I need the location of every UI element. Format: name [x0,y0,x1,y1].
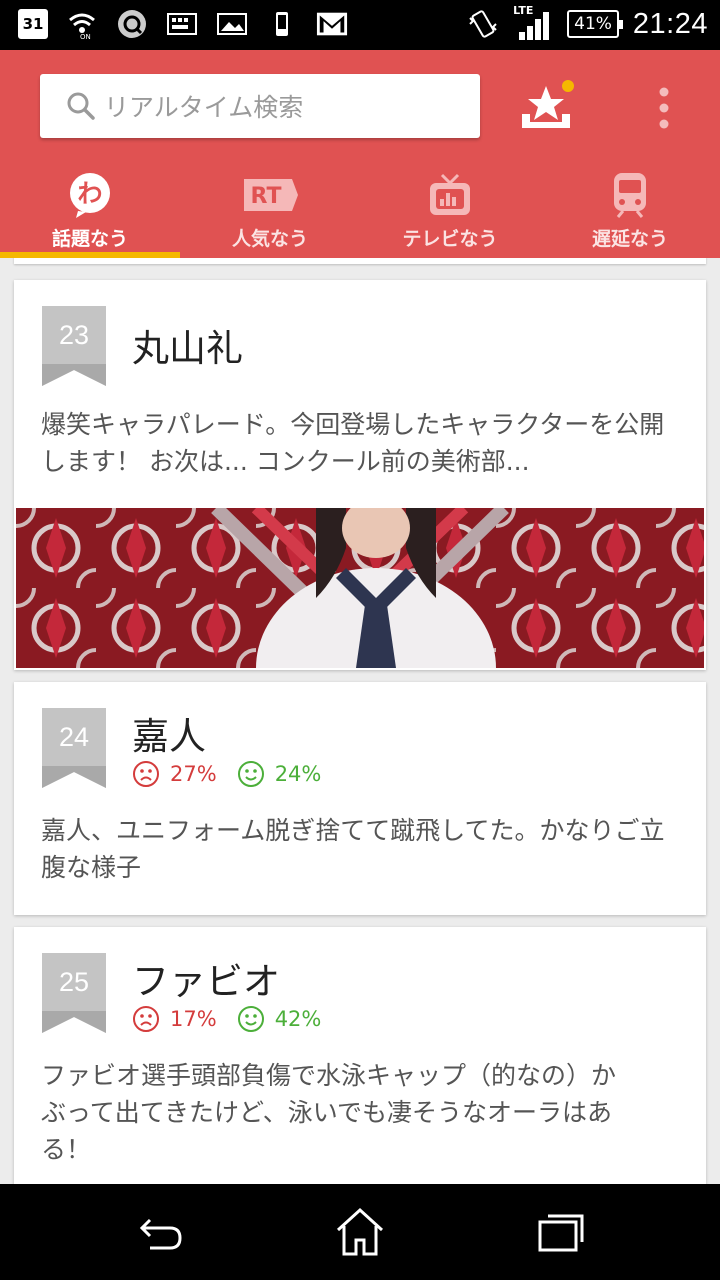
positive-percent: 24% [274,762,322,786]
photo-icon [216,8,248,40]
topic-description: ファビオ選手頭部負傷で水泳キャップ（的なの）かぶって出てきたけど、泳いでも凄そう… [41,1061,617,1164]
sentiment-row: 27% 24% [132,760,321,788]
search-icon [67,92,95,120]
gmail-icon [316,8,348,40]
sentiment-row: 17% 42% [132,1005,321,1033]
tab-ninki[interactable]: RT 人気なう [180,168,360,258]
q-app-icon [116,8,148,40]
calendar-icon: 31 [18,9,48,39]
topic-title: ファビオ [132,960,280,1003]
tab-terebi[interactable]: テレビなう [360,168,540,258]
topic-title: 嘉人 [132,715,206,758]
topic-image[interactable] [16,508,704,668]
more-vert-icon [659,87,669,129]
back-icon [139,1218,182,1250]
tab-label: 人気なう [231,228,308,250]
tab-label: 話題なう [51,228,128,250]
topic-title: 丸山礼 [132,327,243,370]
signal-icon: LTE [513,4,553,42]
previous-card[interactable] [14,258,706,264]
home-icon [336,1207,384,1256]
keyboard-icon [166,8,198,40]
negative-percent: 27% [170,762,217,786]
back-button[interactable] [134,1206,186,1258]
wa-icon: わ [70,173,110,218]
favorites-button[interactable] [516,80,580,136]
smile-face-icon [237,1006,264,1032]
svg-text:RT: RT [251,184,282,209]
topic-description: 爆笑キャラパレード。今回登場したキャラクターを公開します！ お次は... コンク… [41,410,665,476]
rank-number: 24 [58,722,90,752]
topic-description: 嘉人、ユニフォーム脱ぎ捨てて蹴飛してた。かなりご立腹な様子 [41,816,665,882]
tab-bar: わ 話題なう RT 人気なう テレビなう 遅延なう [0,168,720,258]
rt-icon: RT [244,179,298,211]
svg-text:ON: ON [80,33,91,40]
system-nav-bar [0,1184,720,1280]
search-input[interactable]: リアルタイム検索 [40,74,480,138]
app-header: リアルタイム検索 わ 話題なう RT 人気なう テレビなう 遅延なう [0,50,720,258]
negative-percent: 17% [170,1007,217,1031]
rank-ribbon: 24 [42,708,106,788]
rank-number: 25 [58,967,90,997]
smile-face-icon [237,761,264,787]
rank-ribbon: 25 [42,953,106,1033]
sad-face-icon [133,761,159,787]
positive-percent: 42% [274,1007,322,1031]
sad-face-icon [133,1006,159,1032]
topic-card[interactable]: 25 ファビオ 17% 42% ファビオ選手頭部負傷で水泳キャップ（的なの）かぶ… [14,927,706,1184]
overflow-menu-button[interactable] [650,84,678,132]
train-icon [614,173,646,218]
phone-icon [266,8,298,40]
tab-label: 遅延なう [591,228,668,250]
topic-list[interactable]: 23 丸山礼 爆笑キャラパレード。今回登場したキャラクターを公開します！ お次は… [0,258,720,1184]
vibrate-icon [467,8,499,40]
rank-ribbon: 23 [42,306,106,386]
recents-icon [538,1214,584,1252]
battery-icon: 41% [567,10,623,38]
rank-number: 23 [58,320,90,350]
tab-chien[interactable]: 遅延なう [540,168,720,258]
topic-card[interactable]: 24 嘉人 27% 24% 嘉人、ユニフォーム脱ぎ捨てて蹴飛してた。かなりご立腹… [14,682,706,915]
status-bar: 31 ON LTE 41% 21:24 [0,0,720,50]
home-button[interactable] [334,1206,386,1258]
tv-icon [430,173,470,215]
topic-card[interactable]: 23 丸山礼 爆笑キャラパレード。今回登場したキャラクターを公開します！ お次は… [14,280,706,670]
battery-level: 41% [574,14,612,34]
wifi-on-icon: ON [66,8,98,40]
svg-text:わ: わ [77,179,102,208]
clock: 21:24 [632,7,708,40]
tab-wadai[interactable]: わ 話題なう [0,168,180,258]
star-tray-icon [522,80,574,128]
search-placeholder: リアルタイム検索 [104,93,304,122]
tab-label: テレビなう [402,228,498,250]
recents-button[interactable] [536,1206,588,1258]
